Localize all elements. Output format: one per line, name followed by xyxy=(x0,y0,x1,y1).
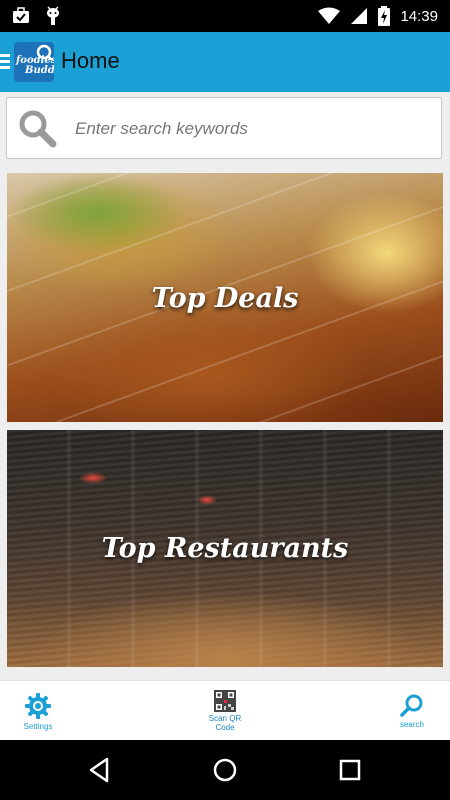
gear-icon xyxy=(25,692,51,719)
tab-settings-label: Settings xyxy=(23,721,53,731)
tab-search[interactable]: search xyxy=(388,681,436,741)
search-input[interactable] xyxy=(73,112,432,146)
system-nav-bar xyxy=(0,740,450,800)
qr-code-icon xyxy=(214,690,236,712)
top-deals-card[interactable]: Top Deals xyxy=(7,173,443,422)
page-title: Home xyxy=(61,48,120,73)
search-icon[interactable] xyxy=(17,108,57,148)
briefcase-check-icon xyxy=(13,7,29,23)
search-icon xyxy=(400,694,423,717)
menu-icon[interactable] xyxy=(0,54,10,70)
app-logo[interactable]: foodies Buddy xyxy=(14,42,54,82)
tab-settings[interactable]: Settings xyxy=(14,681,62,741)
tab-search-label: search xyxy=(399,719,424,729)
tab-scan-qr[interactable]: Scan QR Code xyxy=(195,681,255,741)
recent-apps-icon[interactable] xyxy=(335,755,365,785)
bottom-tab-bar: Settings Scan QR Code search xyxy=(0,680,450,741)
signal-icon xyxy=(351,8,368,24)
wifi-icon xyxy=(318,7,341,24)
search-bar[interactable] xyxy=(6,97,442,159)
top-restaurants-card[interactable]: Top Restaurants xyxy=(7,430,443,667)
status-bar: 14:39 xyxy=(0,0,450,32)
top-restaurants-label: Top Restaurants xyxy=(101,533,349,564)
logo-text: foodies Buddy xyxy=(16,55,54,76)
android-debug-icon xyxy=(47,6,59,25)
home-icon[interactable] xyxy=(210,755,240,785)
app-bar: foodies Buddy Home xyxy=(0,32,450,92)
back-icon[interactable] xyxy=(85,755,115,785)
battery-charging-icon xyxy=(378,6,391,26)
tab-scan-qr-label: Scan QR Code xyxy=(208,714,242,732)
status-time: 14:39 xyxy=(400,7,438,25)
top-deals-label: Top Deals xyxy=(151,283,299,314)
